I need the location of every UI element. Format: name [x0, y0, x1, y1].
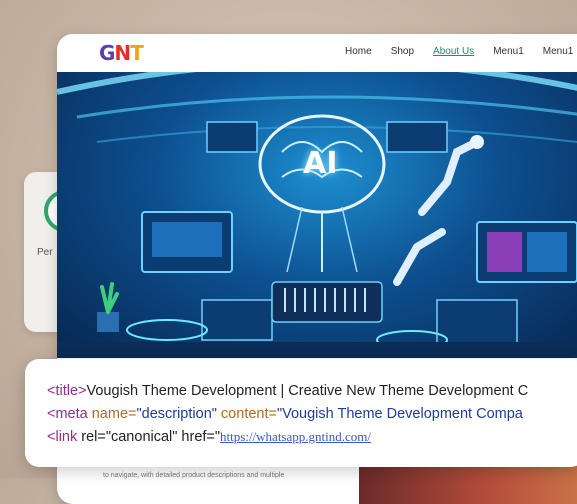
- title-tag: <title>: [47, 383, 87, 399]
- nav-menu1-2[interactable]: Menu1: [543, 46, 574, 57]
- meta-name-attr: name=: [91, 406, 137, 422]
- hero-ai-text: AI: [303, 146, 338, 181]
- nav-about-us[interactable]: About Us: [433, 46, 474, 57]
- hero-ai-illustration: AI: [57, 72, 577, 358]
- nav-links: Home Shop About Us Menu1 Menu1: [345, 46, 577, 57]
- code-line-link: <link rel="canonical" href="https://what…: [47, 429, 371, 445]
- meta-tag: <meta: [47, 406, 92, 422]
- product-image: [359, 464, 577, 504]
- code-line-meta: <meta name="description" content="Vougis…: [47, 406, 523, 422]
- nav-menu1[interactable]: Menu1: [493, 46, 524, 57]
- code-snippet-card: <title>Vougish Theme Development | Creat…: [25, 359, 577, 467]
- link-tag: <link: [47, 429, 82, 445]
- side-card-label: Per: [37, 247, 53, 258]
- link-attrs: rel="canonical" href=": [81, 429, 221, 445]
- code-line-title: <title>Vougish Theme Development | Creat…: [47, 383, 528, 399]
- title-text: Vougish Theme Development | Creative New…: [86, 383, 529, 399]
- meta-name-value: "description": [136, 406, 217, 422]
- nav-home[interactable]: Home: [345, 46, 372, 57]
- site-logo[interactable]: GNT: [99, 41, 145, 65]
- site-navbar: GNT Home Shop About Us Menu1 Menu1: [57, 34, 577, 72]
- canonical-url-link[interactable]: https://whatsapp.gntind.com/: [220, 429, 371, 444]
- nav-shop[interactable]: Shop: [391, 46, 414, 57]
- ai-lab-illustration: [57, 72, 577, 358]
- meta-content-value: "Vougish Theme Development Compa: [276, 406, 523, 422]
- meta-content-attr: content=: [216, 406, 277, 422]
